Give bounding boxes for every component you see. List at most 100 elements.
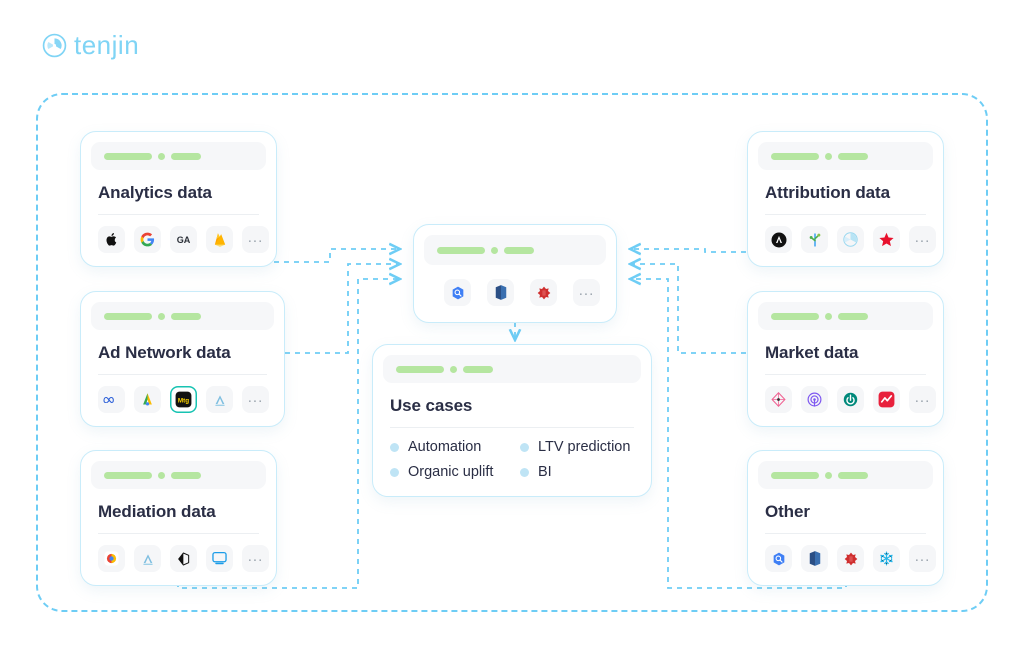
aws-icon[interactable] (837, 545, 864, 572)
appsflyer-icon[interactable] (765, 226, 792, 253)
card-title: Market data (765, 343, 859, 362)
skeleton-bar-2 (463, 365, 493, 373)
card-market-data[interactable]: Market data ... (747, 291, 944, 427)
ironsource-icon[interactable] (206, 545, 233, 572)
google-analytics-icon[interactable]: GA (170, 226, 197, 253)
card-skeleton-header (424, 235, 606, 265)
applovin-max-icon[interactable] (134, 545, 161, 572)
use-case-label: Automation (408, 439, 482, 455)
skeleton-dot (158, 312, 165, 320)
more-dots: ... (247, 547, 264, 565)
card-skeleton-header (383, 355, 641, 383)
bullet-icon (390, 442, 399, 452)
bullet-icon (520, 442, 529, 452)
card-title: Mediation data (98, 502, 216, 521)
unity-icon[interactable] (170, 545, 197, 572)
card-use-cases[interactable]: Use cases Automation LTV prediction Orga… (372, 344, 652, 497)
card-skeleton-header (91, 302, 274, 330)
more-button[interactable]: ... (909, 545, 936, 572)
brand-logo: tenjin (42, 32, 139, 58)
more-dots: ... (578, 281, 595, 299)
bigquery-icon[interactable] (765, 545, 792, 572)
card-analytics-data[interactable]: Analytics data GA ... (80, 131, 277, 267)
bigquery-icon[interactable] (444, 279, 471, 306)
more-dots: ... (914, 547, 931, 565)
card-skeleton-header (758, 302, 933, 330)
use-case-item: Organic uplift (390, 464, 520, 480)
bullet-icon (390, 467, 399, 477)
mintegral-icon[interactable]: Mtg (170, 386, 197, 413)
use-case-item: BI (520, 464, 634, 480)
more-dots: ... (247, 388, 264, 406)
card-icon-row: Mtg ... (81, 375, 284, 426)
card-icon-row: ... (414, 265, 616, 322)
skeleton-bar (771, 471, 819, 479)
card-title: Use cases (390, 396, 473, 415)
card-title: Ad Network data (98, 343, 231, 362)
more-button[interactable]: ... (242, 545, 269, 572)
card-skeleton-header (758, 461, 933, 489)
use-case-label: BI (538, 464, 552, 480)
card-title: Other (765, 502, 810, 521)
more-button[interactable]: ... (909, 226, 936, 253)
more-button[interactable]: ... (242, 386, 269, 413)
skeleton-dot (158, 152, 165, 160)
firebase-icon[interactable] (206, 226, 233, 253)
use-case-item: Automation (390, 439, 520, 455)
more-button[interactable]: ... (573, 279, 600, 306)
card-icon-row: ... (748, 375, 943, 426)
more-dots: ... (914, 388, 931, 406)
appfigures-icon[interactable] (873, 386, 900, 413)
card-mediation-data[interactable]: Mediation data ... (80, 450, 277, 586)
appmagic-icon[interactable] (801, 386, 828, 413)
more-dots: ... (247, 228, 264, 246)
card-icon-row: ... (748, 215, 943, 266)
svg-text:GA: GA (177, 235, 191, 245)
card-ad-network-data[interactable]: Ad Network data Mtg ... (80, 291, 285, 427)
snowflake-icon[interactable] (873, 545, 900, 572)
svg-text:Mtg: Mtg (178, 397, 189, 404)
use-case-label: LTV prediction (538, 439, 631, 455)
aws-icon[interactable] (530, 279, 557, 306)
card-skeleton-header (758, 142, 933, 170)
card-icon-row: GA ... (81, 215, 276, 266)
skeleton-bar-2 (171, 152, 201, 160)
card-attribution-data[interactable]: Attribution data ... (747, 131, 944, 267)
redshift-icon[interactable] (801, 545, 828, 572)
apple-icon[interactable] (98, 226, 125, 253)
card-center-warehouse[interactable]: ... (413, 224, 617, 323)
card-skeleton-header (91, 461, 266, 489)
skeleton-dot (158, 471, 165, 479)
branch-icon[interactable] (801, 226, 828, 253)
admob-icon[interactable] (98, 545, 125, 572)
skeleton-bar (771, 312, 819, 320)
skeleton-bar (104, 312, 152, 320)
skeleton-dot (450, 365, 457, 373)
more-button[interactable]: ... (242, 226, 269, 253)
redshift-icon[interactable] (487, 279, 514, 306)
skeleton-bar-2 (504, 246, 534, 254)
adjust-icon[interactable] (873, 226, 900, 253)
meta-icon[interactable] (98, 386, 125, 413)
skeleton-bar (104, 471, 152, 479)
skeleton-bar (771, 152, 819, 160)
card-other[interactable]: Other ... (747, 450, 944, 586)
data-ai-icon[interactable] (837, 386, 864, 413)
google-ads-icon[interactable] (134, 386, 161, 413)
tenjin-icon[interactable] (837, 226, 864, 253)
skeleton-bar-2 (838, 152, 868, 160)
google-icon[interactable] (134, 226, 161, 253)
card-skeleton-header (91, 142, 266, 170)
sensor-tower-icon[interactable] (765, 386, 792, 413)
brand-name: tenjin (74, 30, 140, 60)
skeleton-bar (437, 246, 485, 254)
skeleton-bar (104, 152, 152, 160)
more-button[interactable]: ... (909, 386, 936, 413)
tenjin-circle-icon (42, 33, 67, 57)
card-title: Attribution data (765, 183, 890, 202)
skeleton-bar-2 (171, 312, 201, 320)
use-case-item: LTV prediction (520, 439, 634, 455)
bullet-icon (520, 467, 529, 477)
use-case-label: Organic uplift (408, 464, 494, 480)
applovin-icon[interactable] (206, 386, 233, 413)
